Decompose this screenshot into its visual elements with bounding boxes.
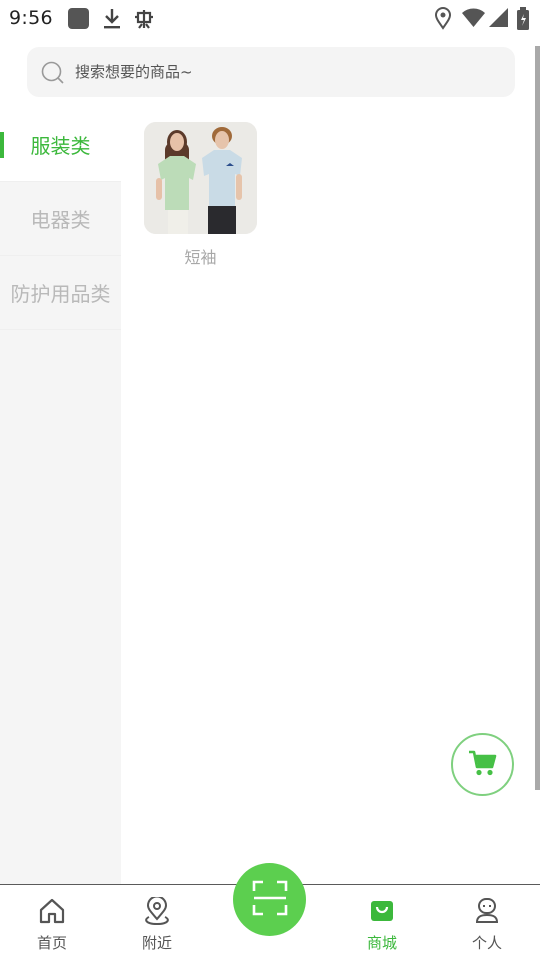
- map-pin-icon: [143, 895, 171, 931]
- nav-label: 个人: [471, 934, 502, 952]
- status-bar: 9:56: [0, 0, 540, 38]
- battery-icon: [516, 7, 530, 35]
- profile-icon: [474, 897, 500, 929]
- category-sidebar: 服装类 电器类 防护用品类: [0, 108, 121, 884]
- nav-item-home[interactable]: 首页: [12, 885, 92, 960]
- download-icon: [102, 7, 122, 34]
- nav-item-profile[interactable]: 个人: [447, 885, 527, 960]
- category-label: 服装类: [30, 134, 91, 158]
- product-name: 短袖: [184, 248, 217, 267]
- home-icon: [38, 897, 66, 929]
- category-item-electrical[interactable]: 电器类: [0, 182, 121, 256]
- app-square-icon: [67, 7, 90, 34]
- signal-icon: [488, 7, 509, 33]
- nav-label: 商城: [366, 934, 397, 952]
- category-item-clothing[interactable]: 服装类: [0, 108, 121, 182]
- nav-item-mall[interactable]: 商城: [342, 885, 422, 960]
- search-icon: [41, 61, 65, 89]
- search-bar[interactable]: [27, 47, 515, 97]
- cart-button[interactable]: [451, 733, 514, 796]
- bug-icon: [132, 7, 156, 35]
- shopping-bag-icon: [369, 897, 395, 927]
- scan-icon: [252, 880, 288, 920]
- status-time: 9:56: [9, 7, 53, 29]
- category-item-protective[interactable]: 防护用品类: [0, 256, 121, 330]
- product-card[interactable]: 短袖: [144, 122, 257, 268]
- category-label: 防护用品类: [10, 282, 111, 306]
- scrollbar[interactable]: [535, 46, 540, 790]
- nav-item-nearby[interactable]: 附近: [117, 885, 197, 960]
- nav-label: 首页: [36, 934, 67, 952]
- shopping-cart-icon: [468, 749, 498, 781]
- scan-button[interactable]: [233, 863, 306, 936]
- product-image[interactable]: [144, 122, 257, 234]
- wifi-icon: [461, 7, 486, 33]
- category-label: 电器类: [30, 208, 91, 232]
- location-icon: [434, 7, 452, 34]
- nav-label: 附近: [141, 934, 172, 952]
- search-input[interactable]: [75, 47, 495, 97]
